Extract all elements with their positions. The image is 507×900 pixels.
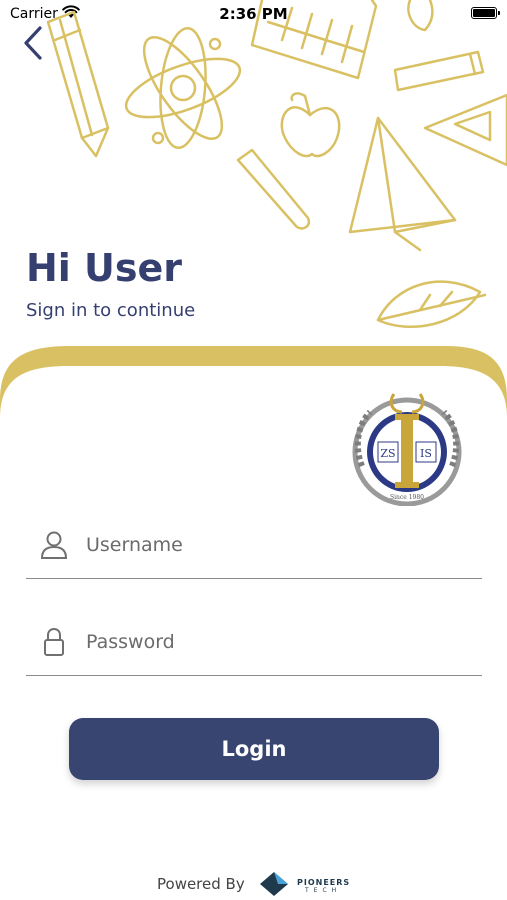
logo-initials-right: IS bbox=[420, 447, 432, 460]
pencil-icon bbox=[46, 10, 110, 158]
login-button[interactable]: Login bbox=[69, 718, 439, 780]
pioneers-brand-name: PIONEERS bbox=[297, 878, 351, 887]
chevron-left-icon bbox=[24, 26, 42, 60]
password-field-container bbox=[26, 617, 482, 676]
ruler-triangle-icon bbox=[423, 93, 507, 167]
school-logo: ZS IS Since 1980 bbox=[352, 393, 462, 506]
powered-by-label: Powered By bbox=[157, 875, 245, 893]
page-subtitle: Sign in to continue bbox=[26, 300, 196, 321]
paper-plane-icon bbox=[348, 116, 457, 252]
pioneers-brand-sub: TECH bbox=[305, 887, 342, 894]
logo-initials-left: ZS bbox=[380, 447, 395, 460]
footer: Powered By PIONEERS TECH bbox=[0, 868, 507, 900]
username-input[interactable] bbox=[84, 526, 478, 564]
back-button[interactable] bbox=[18, 24, 48, 62]
test-tube-icon bbox=[393, 50, 485, 92]
lock-icon bbox=[44, 627, 64, 656]
username-field-container bbox=[26, 520, 482, 579]
logo-since: Since 1980 bbox=[390, 494, 424, 501]
test-tube-icon-2 bbox=[236, 148, 311, 230]
page-title: Hi User bbox=[26, 246, 183, 290]
apple-icon bbox=[280, 92, 341, 158]
leaf-icon bbox=[376, 280, 487, 328]
user-icon bbox=[40, 531, 68, 559]
atom-icon bbox=[124, 26, 242, 150]
bulb-icon bbox=[407, 0, 434, 32]
password-input[interactable] bbox=[84, 623, 478, 661]
pioneers-logo-icon bbox=[260, 872, 288, 896]
calculator-icon bbox=[250, 0, 378, 80]
